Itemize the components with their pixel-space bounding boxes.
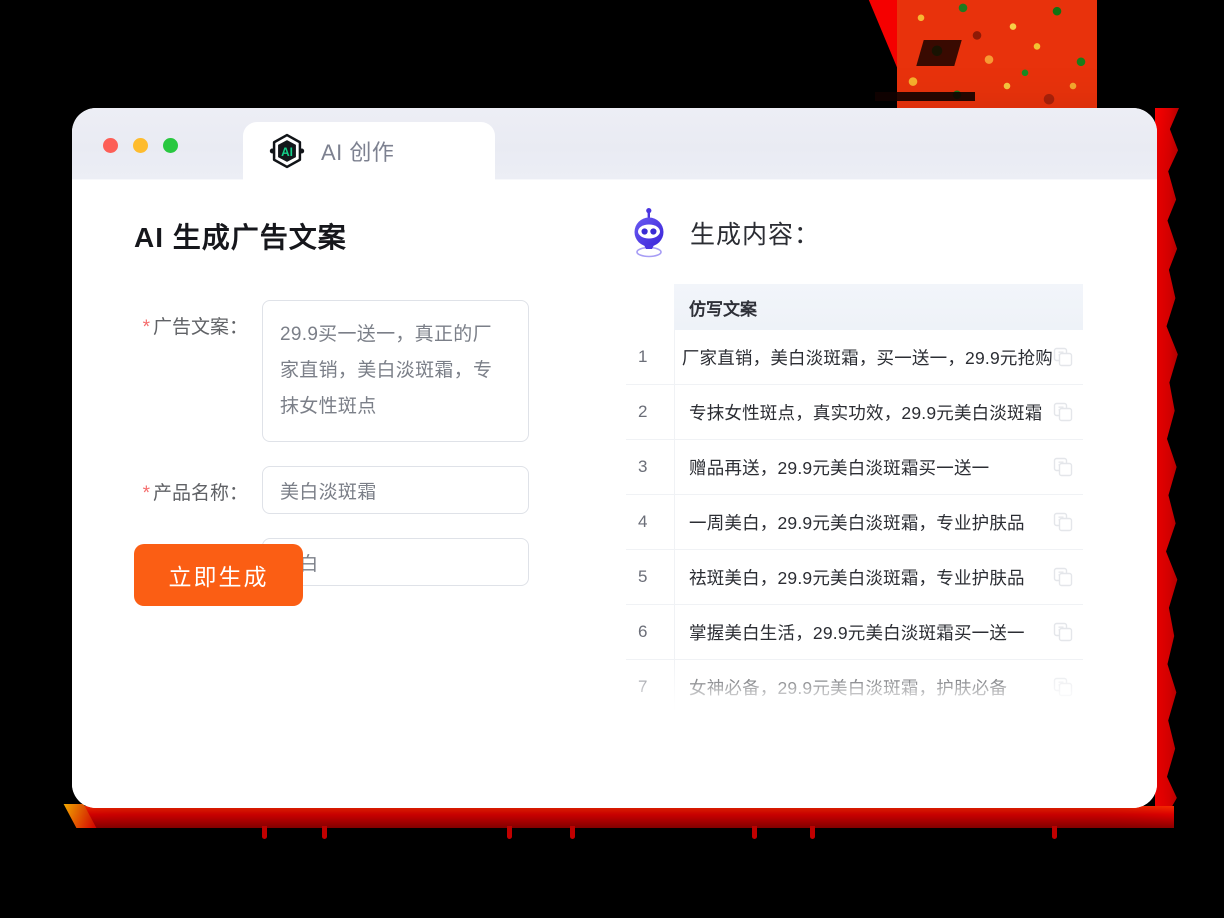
ai-hexagon-icon: AI: [269, 133, 305, 169]
tab-ai-creation[interactable]: AI AI 创作: [243, 122, 495, 180]
table-row[interactable]: 4 一周美白，29.9元美白淡斑霜，专业护肤品: [626, 495, 1083, 550]
row-text: 掌握美白生活，29.9元美白淡斑霜买一送一: [689, 622, 1025, 643]
field-label-ad-copy: * 广告文案：: [134, 300, 262, 339]
row-index: 1: [638, 347, 648, 366]
tab-label: AI 创作: [321, 140, 395, 165]
row-text: 厂家直销，美白淡斑霜，买一送一，29.9元抢购: [681, 347, 1053, 368]
product-name-input[interactable]: 美白淡斑霜: [262, 466, 529, 514]
row-text: 一周美白，29.9元美白淡斑霜，专业护肤品: [689, 512, 1025, 533]
generate-button[interactable]: 立即生成: [134, 544, 303, 606]
table-row[interactable]: 3 赠品再送，29.9元美白淡斑霜买一送一: [626, 440, 1083, 495]
decorative-drip: [507, 826, 512, 839]
table-column-header: 仿写文案: [674, 284, 1083, 330]
table-row[interactable]: 2 专抹女性斑点，真实功效，29.9元美白淡斑霜: [626, 385, 1083, 440]
copy-icon[interactable]: [1053, 402, 1073, 422]
field-label-product-name: * 产品名称：: [134, 466, 262, 505]
table-row[interactable]: 6 掌握美白生活，29.9元美白淡斑霜买一送一: [626, 605, 1083, 660]
decorative-drip: [1052, 826, 1057, 839]
table-column-divider: [674, 330, 675, 713]
row-text: 专抹女性斑点，真实功效，29.9元美白淡斑霜: [689, 402, 1043, 423]
decorative-drip: [752, 826, 757, 839]
field-label-text: 广告文案：: [152, 317, 248, 338]
row-index: 3: [638, 457, 648, 476]
row-index: 2: [638, 402, 648, 421]
copy-icon[interactable]: [1053, 457, 1073, 477]
copy-icon[interactable]: [1053, 677, 1073, 697]
decorative-bottom-strip: [84, 806, 1174, 828]
svg-text:AI: AI: [281, 145, 293, 159]
row-text: 女神必备，29.9元美白淡斑霜，护肤必备: [689, 677, 1008, 698]
row-index: 7: [638, 677, 648, 696]
copy-icon[interactable]: [1053, 347, 1073, 367]
required-marker: *: [142, 317, 150, 338]
close-button[interactable]: [103, 138, 118, 153]
row-index: 5: [638, 567, 648, 586]
ad-copy-textarea[interactable]: 29.9买一送一，真正的厂家直销，美白淡斑霜，专抹女性斑点: [262, 300, 529, 442]
robot-icon: [634, 208, 664, 258]
decorative-drip: [262, 826, 267, 839]
result-title: 生成内容：: [690, 221, 821, 249]
decorative-right-edge: [1155, 108, 1179, 812]
minimize-button[interactable]: [133, 138, 148, 153]
form-pane: AI 生成广告文案 * 广告文案： 29.9买一送一，真正的厂家直销，美白淡斑霜，…: [72, 180, 582, 808]
copy-icon[interactable]: [1053, 567, 1073, 587]
field-ad-copy: * 广告文案： 29.9买一送一，真正的厂家直销，美白淡斑霜，专抹女性斑点: [134, 300, 582, 442]
field-label-text: 产品名称：: [152, 483, 248, 504]
screenshot-root: AI AI 创作 AI 生成广告文案 * 广告文案： 29.9买一送一，真正的厂家…: [0, 0, 1224, 918]
copy-icon[interactable]: [1053, 512, 1073, 532]
table-row[interactable]: 5 祛斑美白，29.9元美白淡斑霜，专业护肤品: [626, 550, 1083, 605]
app-window: AI AI 创作 AI 生成广告文案 * 广告文案： 29.9买一送一，真正的厂家…: [72, 108, 1157, 808]
field-product-name: * 产品名称： 美白淡斑霜: [134, 466, 582, 514]
window-body: AI 生成广告文案 * 广告文案： 29.9买一送一，真正的厂家直销，美白淡斑霜，…: [72, 180, 1157, 808]
decorative-dark-bar: [875, 92, 975, 101]
decorative-drip: [322, 826, 327, 839]
row-index: 4: [638, 512, 648, 531]
row-text: 祛斑美白，29.9元美白淡斑霜，专业护肤品: [689, 567, 1025, 588]
result-pane: 生成内容： 仿写文案 1 厂家直销，美白淡斑霜，买一送一，29.9元抢购 2 专…: [582, 180, 1157, 808]
row-text: 赠品再送，29.9元美白淡斑霜买一送一: [689, 457, 990, 478]
maximize-button[interactable]: [163, 138, 178, 153]
page-title: AI 生成广告文案: [134, 222, 347, 253]
decorative-drip: [810, 826, 815, 839]
result-header: 生成内容：: [626, 208, 1105, 258]
required-marker: *: [142, 483, 150, 504]
row-index: 6: [638, 622, 648, 641]
table-row[interactable]: 1 厂家直销，美白淡斑霜，买一送一，29.9元抢购: [626, 330, 1083, 385]
copy-icon[interactable]: [1053, 622, 1073, 642]
decorative-dark-block: [916, 40, 962, 66]
traffic-light-controls: [103, 138, 178, 153]
window-titlebar: AI AI 创作: [72, 108, 1157, 180]
table-body: 1 厂家直销，美白淡斑霜，买一送一，29.9元抢购 2 专抹女性斑点，真实功效，…: [626, 330, 1083, 713]
decorative-drip: [570, 826, 575, 839]
table-row[interactable]: 7 女神必备，29.9元美白淡斑霜，护肤必备: [626, 660, 1083, 713]
results-table: 仿写文案 1 厂家直销，美白淡斑霜，买一送一，29.9元抢购 2 专抹女性斑点，…: [626, 284, 1083, 713]
